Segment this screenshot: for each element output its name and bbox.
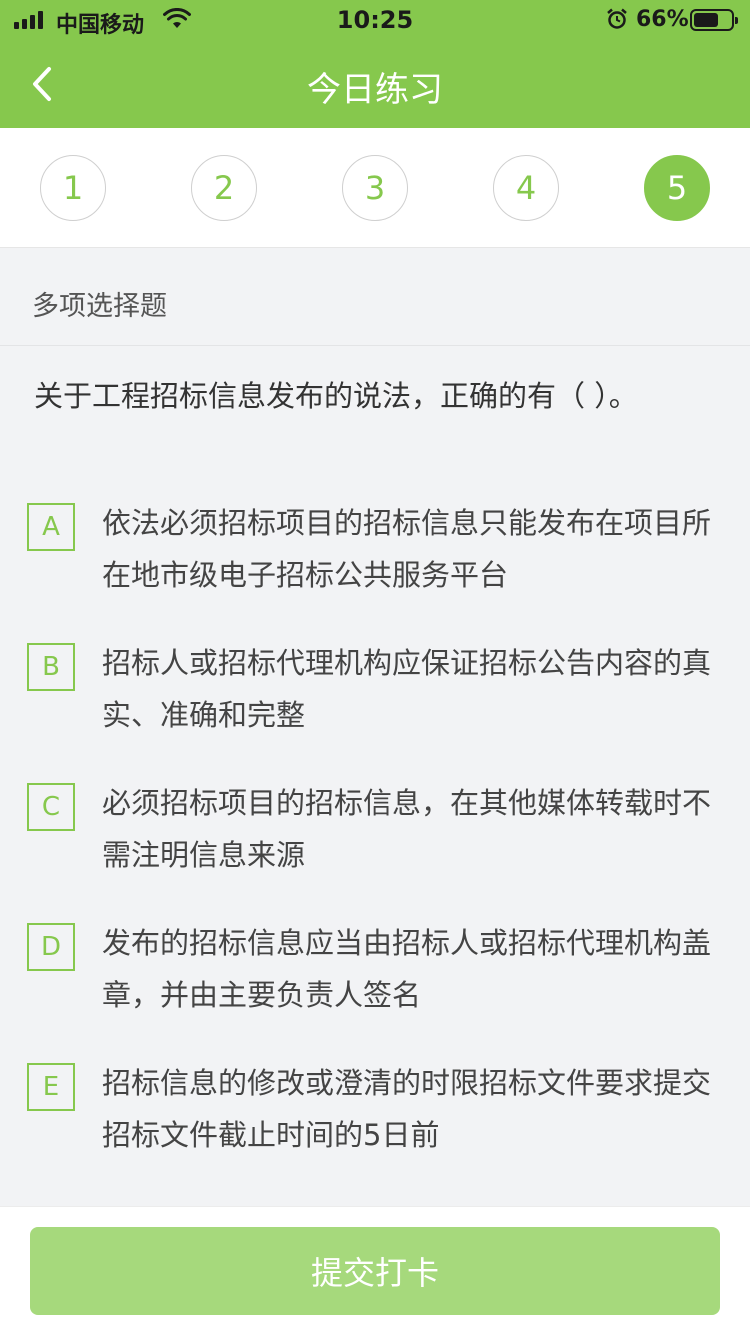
battery-percent: 66%: [636, 7, 689, 32]
option-text: 招标信息的修改或澄清的时限招标文件要求提交招标文件截止时间的5日前: [102, 1066, 712, 1152]
option-checkbox[interactable]: D: [27, 923, 75, 971]
question-type-bar: 多项选择题: [0, 248, 750, 346]
nav-bar: 今日练习: [0, 40, 750, 128]
question-tab-2[interactable]: 2: [191, 155, 257, 221]
option-b[interactable]: B 招标人或招标代理机构应保证招标公告内容的真实、准确和完整: [0, 643, 750, 753]
option-text: 发布的招标信息应当由招标人或招标代理机构盖章，并由主要负责人签名: [102, 926, 712, 1012]
question-tab-5[interactable]: 5: [644, 155, 710, 221]
question-tabs: 1 2 3 4 5: [0, 128, 750, 248]
option-checkbox[interactable]: E: [27, 1063, 75, 1111]
question-tab-1[interactable]: 1: [40, 155, 106, 221]
page-title: 今日练习: [307, 70, 443, 110]
footer-bar: 提交打卡: [0, 1206, 750, 1334]
app-header: 中国移动 10:25 66% 今日练习: [0, 0, 750, 128]
question-tab-3[interactable]: 3: [342, 155, 408, 221]
option-text: 招标人或招标代理机构应保证招标公告内容的真实、准确和完整: [102, 646, 712, 732]
battery-icon: [690, 9, 738, 31]
option-e[interactable]: E 招标信息的修改或澄清的时限招标文件要求提交招标文件截止时间的5日前: [0, 1063, 750, 1173]
status-bar: 中国移动 10:25 66%: [0, 0, 750, 40]
option-checkbox[interactable]: C: [27, 783, 75, 831]
option-d[interactable]: D 发布的招标信息应当由招标人或招标代理机构盖章，并由主要负责人签名: [0, 923, 750, 1033]
option-checkbox[interactable]: A: [27, 503, 75, 551]
option-checkbox[interactable]: B: [27, 643, 75, 691]
question-type-label: 多项选择题: [32, 291, 167, 322]
alarm-icon: [607, 8, 627, 29]
option-a[interactable]: A 依法必须招标项目的招标信息只能发布在项目所在地市级电子招标公共服务平台: [0, 503, 750, 613]
option-text: 必须招标项目的招标信息，在其他媒体转载时不需注明信息来源: [102, 786, 712, 872]
question-text: 关于工程招标信息发布的说法，正确的有（ ）。: [34, 379, 638, 413]
option-c[interactable]: C 必须招标项目的招标信息，在其他媒体转载时不需注明信息来源: [0, 783, 750, 893]
question-tab-4[interactable]: 4: [493, 155, 559, 221]
submit-checkin-button[interactable]: 提交打卡: [30, 1227, 720, 1315]
option-text: 依法必须招标项目的招标信息只能发布在项目所在地市级电子招标公共服务平台: [102, 506, 712, 592]
